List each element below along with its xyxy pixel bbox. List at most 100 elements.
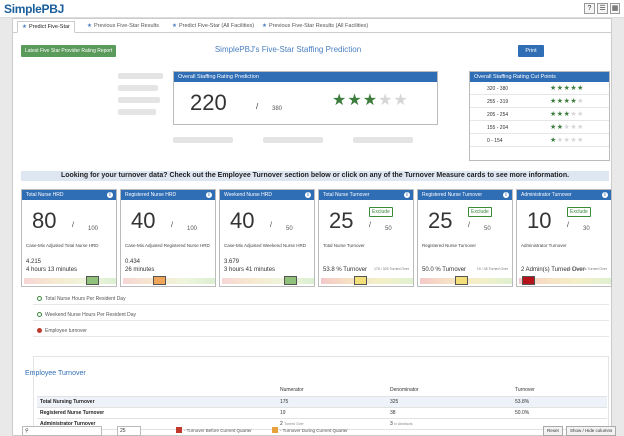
card-max: 30 xyxy=(583,226,590,232)
measure-card[interactable]: Weekend Nurse HRD i 40 / 50 Case-Mix Adjusted… xyxy=(219,189,315,287)
info-icon[interactable]: i xyxy=(503,192,509,198)
latest-report-button[interactable]: Latest Five Star Provider Rating Report xyxy=(21,45,117,57)
star-icon: ★ xyxy=(22,24,27,30)
redacted-facility xyxy=(118,85,158,91)
card-detail: 50.0 % Turnover xyxy=(422,267,467,273)
cut-point-range: 255 - 319 xyxy=(487,99,509,105)
cut-point-stars: ★★★★★ xyxy=(550,97,584,105)
star-empty-icon: ★ xyxy=(577,137,584,144)
star-filled-icon: ★ xyxy=(556,85,564,92)
measure-card[interactable]: Total Nurse HRD i 80 / 100 Case-Mix Adjusted … xyxy=(21,189,117,287)
section-employee-turnover[interactable]: Employee turnover xyxy=(33,325,609,337)
card-score: 80 xyxy=(32,208,57,233)
menu-icon[interactable]: ☰ xyxy=(597,3,608,14)
cut-point-row: 0 - 154 ★★★★★ xyxy=(470,134,609,147)
star-filled-icon: ★ xyxy=(332,92,348,109)
row-denominator: 3 In Abstracts xyxy=(387,418,512,430)
card-score: 25 xyxy=(329,208,354,233)
info-icon[interactable]: i xyxy=(206,192,212,198)
col-header-numerator[interactable]: Numerator xyxy=(277,385,387,397)
row-numerator: 19 xyxy=(277,407,387,419)
table-search-input[interactable]: ⚲ xyxy=(22,426,102,436)
card-count: 19 / 38 Turned Over xyxy=(476,267,508,271)
row-name: Total Nursing Turnover xyxy=(37,396,277,408)
card-slash: / xyxy=(171,222,173,229)
row-numerator: 175 xyxy=(277,396,387,408)
card-detail: 4 hours 13 minutes xyxy=(26,267,78,273)
col-header xyxy=(37,385,277,397)
info-icon[interactable]: i xyxy=(305,192,311,198)
table-row[interactable]: Total Nursing Turnover 175 325 53.8% xyxy=(37,396,607,408)
collapse-icon xyxy=(37,328,42,333)
card-value: 0.434 xyxy=(125,259,141,265)
page-size-select[interactable]: 25 xyxy=(117,426,141,436)
main-frame: ★ Predict Five-Star ★ Previous Five-Star R… xyxy=(12,18,612,436)
card-title: Registered Nurse Turnover i xyxy=(418,190,512,200)
tab-previous-all-facilities[interactable]: ★ Previous Five-Star Results (All Facilit… xyxy=(258,21,372,33)
card-max: 50 xyxy=(484,226,491,232)
star-filled-icon: ★ xyxy=(550,98,557,105)
turnover-banner: Looking for your turnover data? Check ou… xyxy=(21,171,609,181)
card-score: 40 xyxy=(230,208,255,233)
cut-point-stars: ★★★★★ xyxy=(550,123,584,131)
grid-icon[interactable]: ▦ xyxy=(610,3,620,14)
star-filled-icon: ★ xyxy=(362,92,379,109)
tab-predict-five-star[interactable]: ★ Predict Five-Star xyxy=(17,21,75,33)
measure-card[interactable]: Administrator Turnover i 10/30 Exclude Admin… xyxy=(516,189,612,287)
info-icon[interactable]: i xyxy=(107,192,113,198)
cut-points-title: Overall Staffing Rating Cut Points xyxy=(470,72,609,82)
card-max: 50 xyxy=(385,226,392,232)
redacted-facility xyxy=(353,137,413,143)
app-logo[interactable]: SimplePBJ xyxy=(4,2,64,16)
card-subtitle: Total Nurse Turnover xyxy=(323,243,365,248)
legend-swatch xyxy=(176,427,182,433)
star-empty-icon: ★ xyxy=(556,137,564,144)
tab-bar: ★ Predict Five-Star ★ Previous Five-Star R… xyxy=(13,19,611,33)
row-name: Registered Nurse Turnover xyxy=(37,407,277,419)
info-icon[interactable]: i xyxy=(404,192,410,198)
card-slash: / xyxy=(270,222,272,229)
cut-point-range: 0 - 154 xyxy=(487,138,503,144)
measure-card[interactable]: Total Nurse Turnover i 25/50 Exclude Total N… xyxy=(318,189,414,287)
card-slash: / xyxy=(567,222,569,229)
col-header-turnover[interactable]: Turnover xyxy=(512,385,607,397)
star-empty-icon: ★ xyxy=(577,124,584,131)
cut-point-range: 155 - 204 xyxy=(487,125,509,131)
card-slash: / xyxy=(72,222,74,229)
exclude-button[interactable]: Exclude xyxy=(468,207,492,217)
expand-icon xyxy=(37,296,42,301)
row-denominator: 325 xyxy=(387,396,512,408)
measure-card[interactable]: Registered Nurse HRD i 40 / 100 Case-Mix Adju… xyxy=(120,189,216,287)
section-weekend-nurse-hours[interactable]: Weekend Nurse Hours Per Resident Day xyxy=(33,309,609,321)
cut-point-stars: ★★★★★ xyxy=(550,136,584,144)
exclude-button[interactable]: Exclude xyxy=(567,207,591,217)
card-slash: / xyxy=(369,222,371,229)
print-button[interactable]: Print xyxy=(518,45,544,57)
card-title: Total Nurse Turnover i xyxy=(319,190,413,200)
tab-predict-all-facilities[interactable]: ★ Predict Five-Star (All Facilities) xyxy=(168,21,258,33)
table-row[interactable]: Registered Nurse Turnover 19 38 50.0% xyxy=(37,407,607,419)
rating-gradient-bar xyxy=(24,278,116,284)
star-icon: ★ xyxy=(87,23,92,29)
rating-gradient-bar xyxy=(123,278,215,284)
card-count: 175 / 325 Turned Over xyxy=(373,267,409,271)
measure-card[interactable]: Registered Nurse Turnover i 25/50 Exclude Re… xyxy=(417,189,513,287)
legend-swatch xyxy=(272,427,278,433)
card-title: Registered Nurse HRD i xyxy=(121,190,215,200)
star-empty-icon: ★ xyxy=(577,111,584,118)
card-detail: 53.8 % Turnover xyxy=(323,267,368,273)
help-button[interactable]: ? xyxy=(584,3,595,14)
star-empty-icon: ★ xyxy=(393,92,409,109)
rating-marker xyxy=(283,276,297,285)
reset-button[interactable]: Reset xyxy=(543,426,563,436)
employee-turnover-table: Numerator Denominator Turnover Total Nur… xyxy=(37,385,607,430)
exclude-button[interactable]: Exclude xyxy=(369,207,393,217)
tab-previous-results[interactable]: ★ Previous Five-Star Results xyxy=(83,21,163,33)
card-subtitle: Case-Mix Adjusted Total Nurse HRD xyxy=(26,243,99,248)
section-total-nurse-hours[interactable]: Total Nurse Hours Per Resident Day xyxy=(33,293,609,305)
overall-slash: / xyxy=(256,102,259,111)
show-hide-columns-button[interactable]: Show / Hide columns xyxy=(566,426,617,436)
info-icon[interactable]: i xyxy=(602,192,608,198)
col-header-denominator[interactable]: Denominator xyxy=(387,385,512,397)
star-filled-icon: ★ xyxy=(556,98,564,105)
